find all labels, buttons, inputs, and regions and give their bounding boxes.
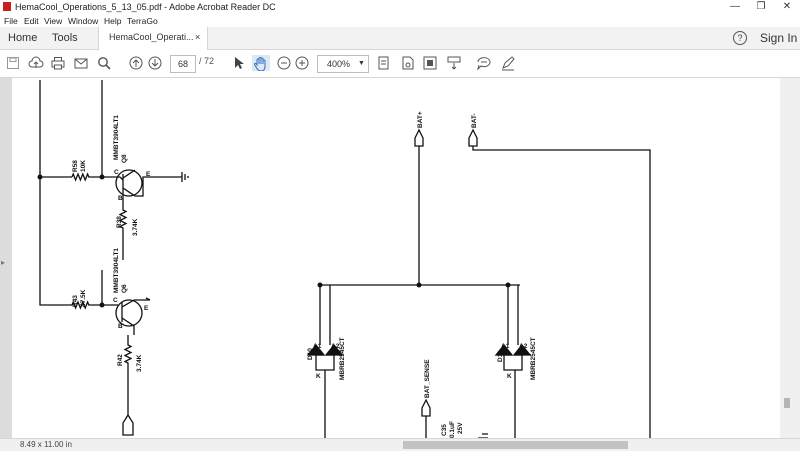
- q8-pin-e: E: [146, 171, 151, 178]
- minimize-button[interactable]: —: [722, 0, 748, 14]
- scrolling-mode-icon[interactable]: [376, 55, 392, 71]
- fit-page-icon[interactable]: [400, 55, 416, 71]
- d10-part-label: MBRB2545CT: [339, 337, 346, 380]
- q8-part-label: MMBT3904LT1: [113, 115, 120, 160]
- c35-value-label: 0.1uF: [449, 421, 456, 438]
- menu-terrago[interactable]: TerraGo: [127, 16, 158, 26]
- d11-a2-label: A2: [519, 343, 528, 350]
- maximize-button[interactable]: ❐: [748, 0, 774, 14]
- search-icon[interactable]: [96, 55, 112, 71]
- document-viewport[interactable]: MMBT3904LT1 Q8 R58 10K C E B R38 3.74K M…: [0, 78, 800, 438]
- q6-pin-e: E: [144, 305, 149, 312]
- horizontal-scroll-thumb[interactable]: [403, 441, 628, 449]
- r58-ref-label: R58: [72, 160, 79, 172]
- menu-edit[interactable]: Edit: [24, 16, 39, 26]
- menu-window[interactable]: Window: [68, 16, 98, 26]
- vertical-scroll-thumb[interactable]: [784, 398, 790, 408]
- bat-plus-label: BAT+: [417, 111, 424, 128]
- r43-ref-label: R43: [72, 295, 79, 307]
- r58-value-label: 10K: [80, 160, 87, 172]
- full-screen-icon[interactable]: [422, 55, 438, 71]
- r38-value-label: 3.74K: [132, 218, 139, 236]
- d10-a1-label: A1: [313, 343, 322, 350]
- pdf-app-icon: [3, 2, 11, 11]
- c35-voltage-label: 25V: [457, 422, 464, 434]
- select-cursor-icon[interactable]: [231, 55, 245, 71]
- menu-view[interactable]: View: [44, 16, 62, 26]
- tab-document[interactable]: HemaCool_Operati... ×: [98, 27, 208, 50]
- q8-pin-c: C: [114, 169, 119, 176]
- r38-ref-label: R38: [116, 216, 123, 228]
- q6-part-label: MMBT3904LT1: [113, 248, 120, 293]
- c35-ref-label: C35: [441, 424, 448, 436]
- d11-part-label: MBRB2545CT: [530, 337, 537, 380]
- zoom-out-icon[interactable]: [276, 55, 292, 71]
- r42-value-label: 3.74K: [136, 354, 143, 372]
- r43-value-label: 47.5K: [80, 289, 87, 307]
- q6-ref-label: Q6: [121, 284, 128, 293]
- page-size-label: 8.49 x 11.00 in: [20, 440, 72, 449]
- page-number-input[interactable]: 68: [170, 55, 196, 73]
- title-bar: HemaCool_Operations_5_13_05.pdf - Adobe …: [0, 0, 800, 14]
- d11-a1-label: A1: [501, 343, 510, 350]
- r42-ref-label: R42: [117, 354, 124, 366]
- cloud-upload-icon[interactable]: [28, 55, 44, 71]
- zoom-value: 400%: [327, 59, 351, 69]
- d11-ref-label: D11: [497, 350, 504, 362]
- tab-tools[interactable]: Tools: [52, 27, 78, 49]
- previous-page-icon[interactable]: [128, 55, 144, 71]
- bat-sense-label: BAT_SENSE: [424, 359, 431, 398]
- zoom-dropdown[interactable]: 400% ▼: [317, 55, 369, 73]
- q8-pin-b: B: [118, 195, 123, 202]
- status-bar: 8.49 x 11.00 in: [0, 438, 800, 451]
- q6-pin-b: B: [118, 323, 123, 330]
- left-panel-toggle-icon[interactable]: ▸: [1, 258, 5, 267]
- window-title: HemaCool_Operations_5_13_05.pdf - Adobe …: [15, 2, 276, 12]
- d11-k-label: K: [507, 373, 512, 380]
- sign-pen-icon[interactable]: [500, 55, 516, 71]
- close-tab-icon[interactable]: ×: [195, 32, 200, 42]
- vertical-scrollbar[interactable]: [780, 78, 800, 438]
- hand-tool-icon[interactable]: [252, 55, 270, 71]
- q8-ref-label: Q8: [121, 154, 128, 163]
- menu-file[interactable]: File: [4, 16, 18, 26]
- help-icon[interactable]: ?: [733, 31, 747, 45]
- email-icon[interactable]: [73, 55, 89, 71]
- chevron-down-icon: ▼: [358, 60, 365, 67]
- menu-bar: File Edit View Window Help TerraGo: [0, 14, 800, 27]
- horizontal-scrollbar[interactable]: [85, 441, 780, 449]
- next-page-icon[interactable]: [147, 55, 163, 71]
- sign-in-button[interactable]: Sign In: [760, 27, 797, 49]
- toolbar: 68 / 72 400% ▼: [0, 50, 800, 78]
- zoom-in-icon[interactable]: [294, 55, 310, 71]
- page-scroll-icon[interactable]: [446, 55, 462, 71]
- save-icon[interactable]: [6, 55, 20, 71]
- schematic-drawing: MMBT3904LT1 Q8 R58 10K C E B R38 3.74K M…: [37, 80, 651, 438]
- print-icon[interactable]: [50, 55, 66, 71]
- bat-minus-label: BAT-: [471, 113, 478, 128]
- d10-k-label: K: [316, 373, 321, 380]
- menu-help[interactable]: Help: [104, 16, 121, 26]
- page-total: / 72: [199, 56, 215, 66]
- q6-pin-c: C: [113, 297, 118, 304]
- comment-icon[interactable]: [476, 55, 492, 71]
- close-window-button[interactable]: ✕: [774, 0, 800, 14]
- document-tab-label: HemaCool_Operati...: [109, 32, 194, 42]
- tab-home[interactable]: Home: [8, 27, 37, 49]
- tab-bar: Home Tools HemaCool_Operati... × ? Sign …: [0, 27, 800, 50]
- pdf-page: MMBT3904LT1 Q8 R58 10K C E B R38 3.74K M…: [12, 78, 780, 438]
